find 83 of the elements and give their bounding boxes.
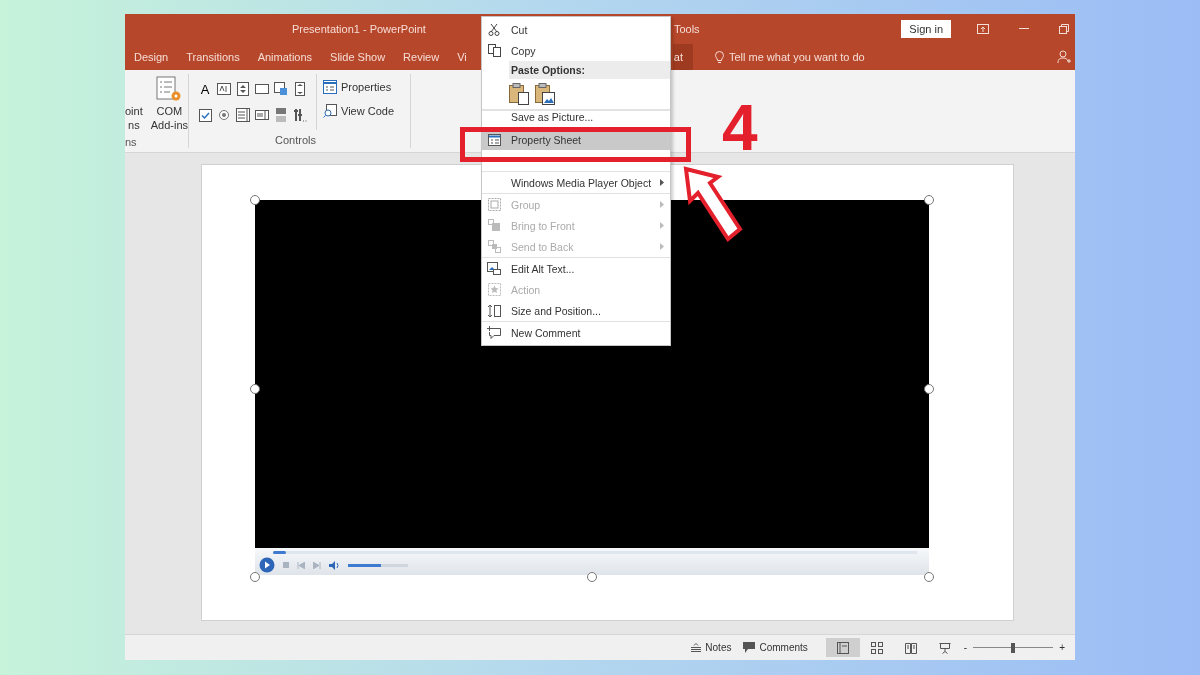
action-star-icon: [487, 283, 501, 296]
tell-me-search[interactable]: Tell me what you want to do: [728, 51, 865, 63]
submenu-arrow-icon: [660, 222, 664, 229]
bring-to-front-icon: [487, 219, 501, 232]
menu-item[interactable]: Size and Position...: [482, 300, 670, 321]
selection-handle[interactable]: [924, 383, 934, 394]
spin-button-icon[interactable]: [237, 82, 249, 96]
ribbon-button[interactable]: COM Add-ins: [148, 76, 191, 136]
lightbulb-icon: [714, 50, 724, 64]
selection-handle[interactable]: [924, 195, 934, 205]
alt-text-icon: [487, 262, 501, 275]
ribbon-command[interactable]: Properties: [323, 80, 394, 94]
view-code-icon: [323, 104, 337, 118]
property-sheet-icon: [487, 133, 501, 146]
play-icon[interactable]: [259, 557, 275, 573]
ribbon-tab[interactable]: Design: [125, 44, 178, 70]
notes-button[interactable]: Notes: [685, 638, 738, 657]
ribbon-tab[interactable]: Review: [394, 44, 449, 70]
menu-item[interactable]: Copy: [482, 40, 670, 61]
restore-icon[interactable]: [1059, 24, 1069, 34]
selection-handle[interactable]: [250, 572, 260, 582]
slide-show-icon: [938, 641, 951, 654]
option-button-icon[interactable]: [219, 110, 229, 120]
copy-icon: [487, 44, 501, 57]
minimize-icon[interactable]: [1019, 28, 1029, 30]
menu-item[interactable]: Cut: [482, 19, 670, 40]
sign-in-button[interactable]: Sign in: [901, 20, 951, 38]
volume-slider[interactable]: [348, 563, 408, 567]
normal-view-icon: [836, 641, 849, 654]
selection-handle[interactable]: [250, 383, 260, 394]
ribbon-command[interactable]: View Code: [323, 104, 394, 118]
paste-clipboard-icon[interactable]: [509, 83, 529, 105]
combo-box-icon[interactable]: [255, 110, 269, 120]
window-title: Presentation1 - PowerPoint: [292, 23, 426, 35]
step-number: 4: [722, 96, 758, 160]
send-to-back-icon: [487, 240, 501, 253]
submenu-arrow-icon: [660, 201, 664, 208]
speaker-icon[interactable]: [329, 560, 340, 570]
ribbon-button[interactable]: oint ns: [125, 76, 145, 136]
toggle-button-icon[interactable]: [276, 108, 286, 122]
add-ins-list-icon: [156, 76, 183, 102]
menu-item[interactable]: New Comment: [482, 322, 670, 343]
selection-handle[interactable]: [250, 195, 260, 205]
comment-icon: [743, 642, 756, 653]
group-label: Controls: [274, 134, 317, 148]
menu-item[interactable]: Edit Alt Text...: [482, 258, 670, 279]
menu-section-header: Paste Options:: [509, 61, 670, 79]
comments-button[interactable]: Comments: [737, 638, 814, 657]
group-icon: [487, 198, 501, 211]
group-label: ns: [125, 136, 138, 148]
share-person-icon[interactable]: [1057, 50, 1071, 64]
zoom-out-button[interactable]: -: [961, 638, 970, 657]
list-box-icon[interactable]: [236, 108, 250, 122]
slide-sorter-icon: [870, 641, 883, 654]
size-position-icon: [487, 303, 501, 318]
scissors-icon: [488, 23, 500, 36]
property-sheet-icon: [323, 80, 337, 94]
scroll-bar-icon[interactable]: [295, 82, 305, 96]
ribbon-tab[interactable]: at: [672, 44, 693, 70]
contextual-tab-label: Tools: [673, 23, 700, 35]
menu-item[interactable]: Windows Media Player Object: [482, 172, 670, 193]
command-button-icon[interactable]: [255, 84, 269, 94]
ribbon-tab[interactable]: Transitions: [177, 44, 249, 70]
ribbon-display-icon[interactable]: [977, 24, 989, 34]
reading-view-icon: [904, 641, 917, 654]
label-control[interactable]: A: [197, 80, 213, 98]
zoom-in-button[interactable]: +: [1057, 638, 1067, 657]
ribbon-tab[interactable]: Slide Show: [321, 44, 395, 70]
new-comment-icon: [487, 326, 501, 339]
paste-picture-icon[interactable]: [535, 83, 555, 105]
textbox-icon[interactable]: [217, 83, 231, 95]
submenu-arrow-icon: [660, 243, 664, 250]
selection-handle[interactable]: [924, 572, 934, 582]
image-control-icon[interactable]: [274, 82, 288, 96]
view-button[interactable]: [825, 638, 860, 657]
ribbon-tab[interactable]: Vi: [448, 44, 476, 70]
more-controls-icon[interactable]: [293, 108, 307, 122]
selection-handle[interactable]: [587, 572, 597, 582]
submenu-arrow-icon: [660, 179, 664, 186]
ribbon-tab[interactable]: Animations: [248, 44, 322, 70]
checkbox-icon[interactable]: [198, 108, 212, 122]
notes-icon: [691, 643, 702, 652]
menu-item[interactable]: Save as Picture...: [482, 111, 670, 129]
